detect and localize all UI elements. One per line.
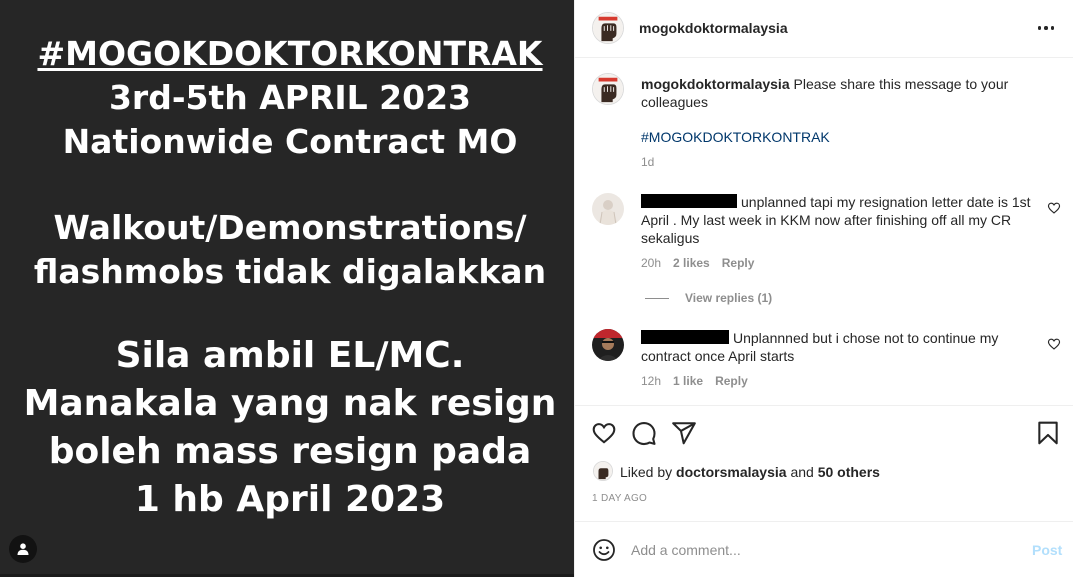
instruction-block: Sila ambil EL/MC. Manakala yang nak resi… bbox=[0, 332, 574, 524]
header-username[interactable]: mogokdoktormalaysia bbox=[639, 20, 788, 36]
caption-avatar[interactable] bbox=[592, 73, 624, 105]
header-avatar[interactable] bbox=[592, 12, 624, 44]
comment-like-icon[interactable] bbox=[1047, 337, 1061, 351]
caption-time[interactable]: 1d bbox=[641, 155, 654, 169]
image-instruction-line: boleh mass resign pada bbox=[48, 431, 532, 472]
view-replies-label: View replies (1) bbox=[685, 291, 773, 305]
reply-button[interactable]: Reply bbox=[715, 374, 748, 388]
caption-username[interactable]: mogokdoktormalaysia bbox=[641, 76, 790, 92]
liked-by-others-link[interactable]: 50 others bbox=[818, 464, 880, 480]
fist-logo-icon bbox=[593, 13, 623, 43]
comment-text-block: unplanned tapi my resignation letter dat… bbox=[641, 193, 1033, 247]
fist-logo-icon bbox=[594, 462, 612, 480]
liked-by-and: and bbox=[790, 464, 814, 480]
redacted-username bbox=[641, 330, 729, 344]
smiley-icon[interactable] bbox=[592, 538, 616, 562]
post-side-panel: mogokdoktormalaysia mogokdoktormalaysia … bbox=[574, 0, 1073, 577]
reply-button[interactable]: Reply bbox=[722, 256, 755, 270]
send-icon[interactable] bbox=[671, 420, 697, 446]
tagged-users-button[interactable] bbox=[9, 535, 37, 563]
comment-time[interactable]: 20h bbox=[641, 256, 661, 270]
comment-like-icon[interactable] bbox=[1047, 201, 1061, 215]
note-block: Walkout/Demonstrations/ flashmobs tidak … bbox=[0, 206, 574, 294]
liked-by-text: Liked by doctorsmalaysia and 50 others bbox=[620, 464, 880, 480]
redacted-username bbox=[641, 194, 737, 208]
heart-icon[interactable] bbox=[591, 420, 617, 446]
post-comment-button[interactable]: Post bbox=[1032, 542, 1062, 558]
image-note-line: flashmobs tidak digalakkan bbox=[33, 252, 547, 291]
image-hashtag: #MOGOKDOKTORKONTRAK bbox=[37, 34, 543, 73]
reply-divider bbox=[645, 297, 669, 299]
avatar-image-icon bbox=[592, 329, 624, 361]
image-note-line: Walkout/Demonstrations/ bbox=[53, 208, 527, 247]
post-image-text: #MOGOKDOKTORKONTRAK 3rd-5th APRIL 2023 N… bbox=[0, 32, 574, 524]
fist-logo-icon bbox=[593, 74, 623, 104]
image-instruction-line: Manakala yang nak resign bbox=[23, 383, 557, 424]
comment-likes[interactable]: 1 like bbox=[673, 374, 703, 388]
liked-by-user-link[interactable]: doctorsmalaysia bbox=[676, 464, 787, 480]
comment-icon[interactable] bbox=[631, 420, 657, 446]
headline-block: #MOGOKDOKTORKONTRAK 3rd-5th APRIL 2023 N… bbox=[0, 32, 574, 164]
liked-by-avatar[interactable] bbox=[593, 461, 613, 481]
more-options-icon[interactable] bbox=[1033, 18, 1059, 38]
post-header: mogokdoktormalaysia bbox=[575, 0, 1073, 58]
person-icon bbox=[17, 543, 29, 555]
add-comment-input[interactable] bbox=[631, 538, 1011, 562]
image-dates: 3rd-5th APRIL 2023 bbox=[108, 78, 472, 117]
add-comment-bar: Post bbox=[575, 521, 1073, 577]
comment-text-block: Unplannned but i chose not to continue m… bbox=[641, 329, 1033, 365]
comment-meta: 12h 1 like Reply bbox=[641, 374, 760, 388]
liked-by-prefix: Liked by bbox=[620, 464, 673, 480]
commenter-avatar[interactable] bbox=[592, 329, 624, 361]
post-date[interactable]: 1 DAY AGO bbox=[592, 493, 647, 504]
caption-text-block: mogokdoktormalaysia Please share this me… bbox=[641, 75, 1041, 111]
bookmark-icon[interactable] bbox=[1035, 420, 1061, 446]
image-instruction-line: Sila ambil EL/MC. bbox=[115, 335, 465, 376]
view-replies-button[interactable]: View replies (1) bbox=[645, 291, 772, 305]
comment-meta: 20h 2 likes Reply bbox=[641, 256, 766, 270]
comment-time[interactable]: 12h bbox=[641, 374, 661, 388]
caption-hashtag-link[interactable]: #MOGOKDOKTORKONTRAK bbox=[641, 129, 830, 145]
commenter-avatar[interactable] bbox=[592, 193, 624, 225]
post-image[interactable]: #MOGOKDOKTORKONTRAK 3rd-5th APRIL 2023 N… bbox=[0, 0, 574, 577]
comment-likes[interactable]: 2 likes bbox=[673, 256, 710, 270]
action-bar bbox=[575, 405, 1073, 446]
image-subtitle: Nationwide Contract MO bbox=[62, 122, 518, 161]
avatar-image-icon bbox=[592, 193, 624, 225]
image-instruction-line: 1 hb April 2023 bbox=[134, 479, 446, 520]
